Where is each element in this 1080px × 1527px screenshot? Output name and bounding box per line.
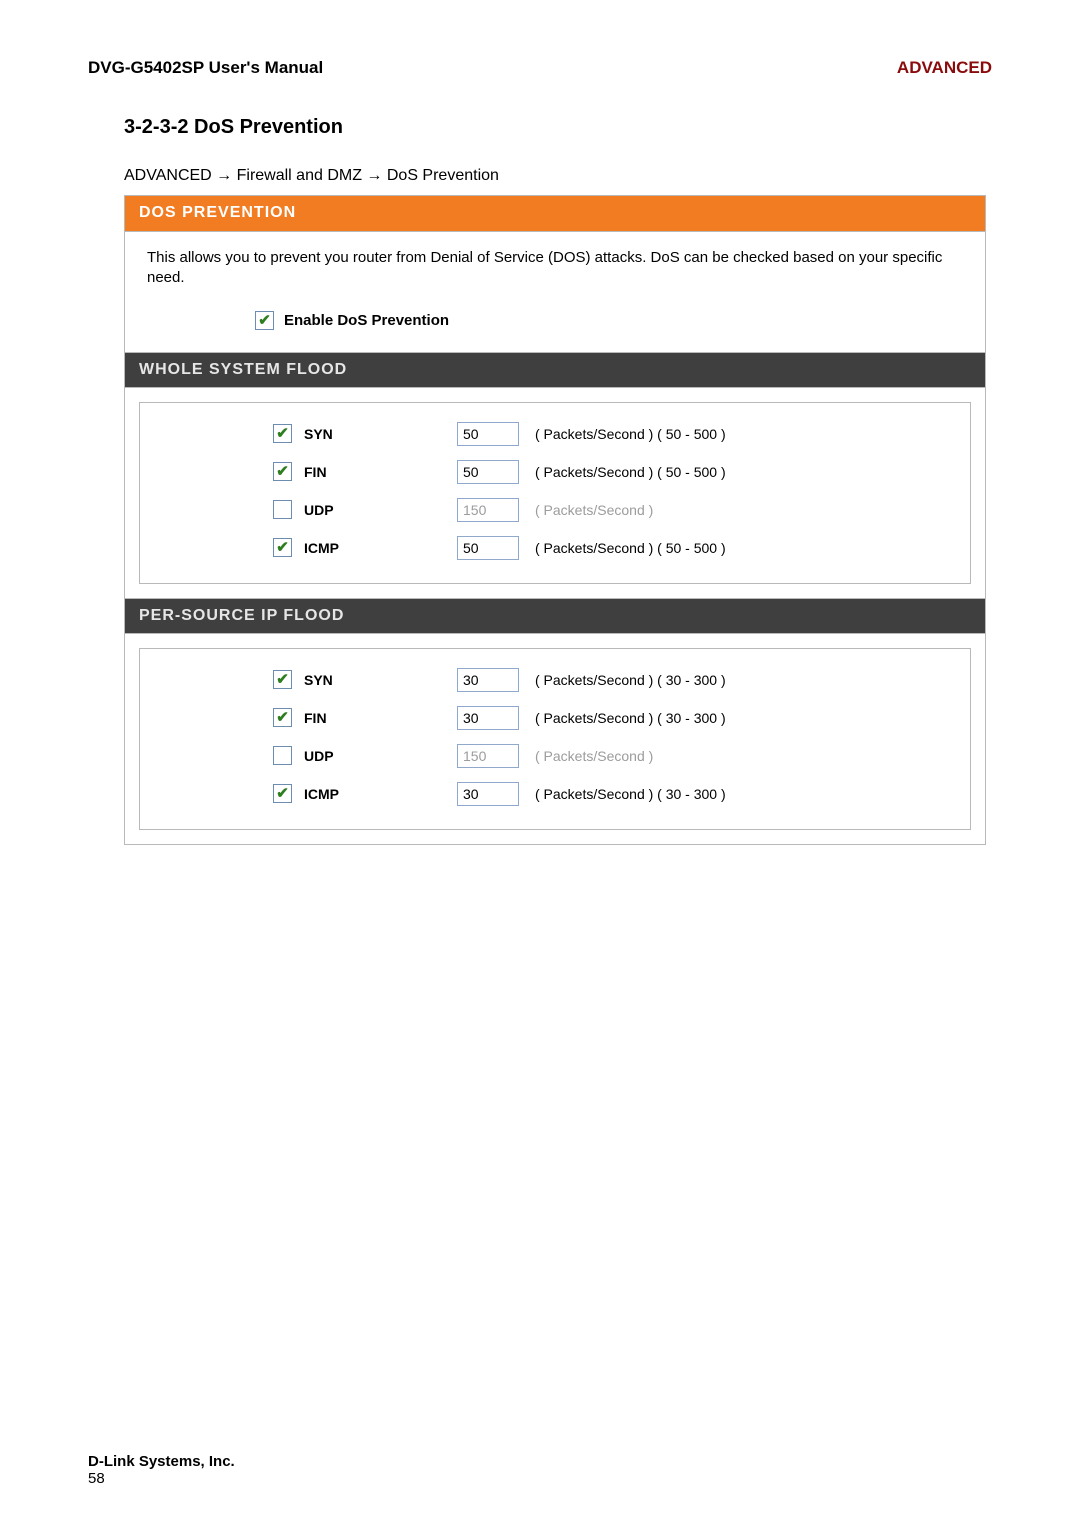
ws-fin-label: FIN — [292, 464, 457, 480]
breadcrumb: ADVANCED → Firewall and DMZ → DoS Preven… — [124, 167, 992, 185]
ps-fin-checkbox[interactable] — [273, 708, 292, 727]
whole-system-flood-rows: SYN ( Packets/Second ) ( 50 - 500 ) FIN … — [139, 402, 971, 584]
ws-icmp-row: ICMP ( Packets/Second ) ( 50 - 500 ) — [162, 529, 948, 567]
ps-syn-hint: ( Packets/Second ) ( 30 - 300 ) — [527, 672, 726, 688]
ws-udp-label: UDP — [292, 502, 457, 518]
ps-syn-label: SYN — [292, 672, 457, 688]
page-footer: D-Link Systems, Inc. 58 — [88, 1453, 235, 1487]
enable-dos-checkbox[interactable] — [255, 311, 274, 330]
ps-udp-label: UDP — [292, 748, 457, 764]
ps-udp-input[interactable] — [457, 744, 519, 768]
ps-icmp-label: ICMP — [292, 786, 457, 802]
ws-fin-hint: ( Packets/Second ) ( 50 - 500 ) — [527, 464, 726, 480]
dos-prevention-panel: DOS PREVENTION This allows you to preven… — [124, 195, 986, 845]
ws-fin-row: FIN ( Packets/Second ) ( 50 - 500 ) — [162, 453, 948, 491]
ws-syn-label: SYN — [292, 426, 457, 442]
ws-icmp-checkbox[interactable] — [273, 538, 292, 557]
footer-page-number: 58 — [88, 1470, 235, 1487]
whole-system-flood-header: WHOLE SYSTEM FLOOD — [125, 352, 985, 388]
ps-fin-label: FIN — [292, 710, 457, 726]
ps-icmp-row: ICMP ( Packets/Second ) ( 30 - 300 ) — [162, 775, 948, 813]
ps-syn-input[interactable] — [457, 668, 519, 692]
enable-dos-label: Enable DoS Prevention — [284, 312, 449, 329]
ps-icmp-hint: ( Packets/Second ) ( 30 - 300 ) — [527, 786, 726, 802]
section-heading: 3-2-3-2 DoS Prevention — [124, 116, 992, 139]
ps-icmp-input[interactable] — [457, 782, 519, 806]
ws-syn-checkbox[interactable] — [273, 424, 292, 443]
ws-fin-checkbox[interactable] — [273, 462, 292, 481]
ps-udp-checkbox[interactable] — [273, 746, 292, 765]
ws-syn-hint: ( Packets/Second ) ( 50 - 500 ) — [527, 426, 726, 442]
ws-icmp-label: ICMP — [292, 540, 457, 556]
panel-title-bar: DOS PREVENTION — [125, 196, 985, 232]
ws-icmp-hint: ( Packets/Second ) ( 50 - 500 ) — [527, 540, 726, 556]
ws-udp-checkbox[interactable] — [273, 500, 292, 519]
ws-fin-input[interactable] — [457, 460, 519, 484]
section-tag: ADVANCED — [897, 58, 992, 78]
panel-description: This allows you to prevent you router fr… — [125, 232, 985, 295]
page-header: DVG-G5402SP User's Manual ADVANCED — [88, 58, 992, 78]
ps-syn-checkbox[interactable] — [273, 670, 292, 689]
ws-udp-input[interactable] — [457, 498, 519, 522]
enable-dos-row: Enable DoS Prevention — [125, 295, 985, 352]
ws-syn-row: SYN ( Packets/Second ) ( 50 - 500 ) — [162, 415, 948, 453]
panel-title: DOS PREVENTION — [139, 204, 296, 222]
ws-icmp-input[interactable] — [457, 536, 519, 560]
ws-udp-hint: ( Packets/Second ) — [527, 502, 653, 518]
footer-company: D-Link Systems, Inc. — [88, 1453, 235, 1470]
per-source-ip-flood-rows: SYN ( Packets/Second ) ( 30 - 300 ) FIN … — [139, 648, 971, 830]
ps-fin-hint: ( Packets/Second ) ( 30 - 300 ) — [527, 710, 726, 726]
ps-fin-input[interactable] — [457, 706, 519, 730]
per-source-ip-flood-header: PER-SOURCE IP FLOOD — [125, 598, 985, 634]
ws-syn-input[interactable] — [457, 422, 519, 446]
manual-title: DVG-G5402SP User's Manual — [88, 58, 323, 78]
ps-udp-row: UDP ( Packets/Second ) — [162, 737, 948, 775]
ps-udp-hint: ( Packets/Second ) — [527, 748, 653, 764]
ps-fin-row: FIN ( Packets/Second ) ( 30 - 300 ) — [162, 699, 948, 737]
ps-syn-row: SYN ( Packets/Second ) ( 30 - 300 ) — [162, 661, 948, 699]
ws-udp-row: UDP ( Packets/Second ) — [162, 491, 948, 529]
ps-icmp-checkbox[interactable] — [273, 784, 292, 803]
